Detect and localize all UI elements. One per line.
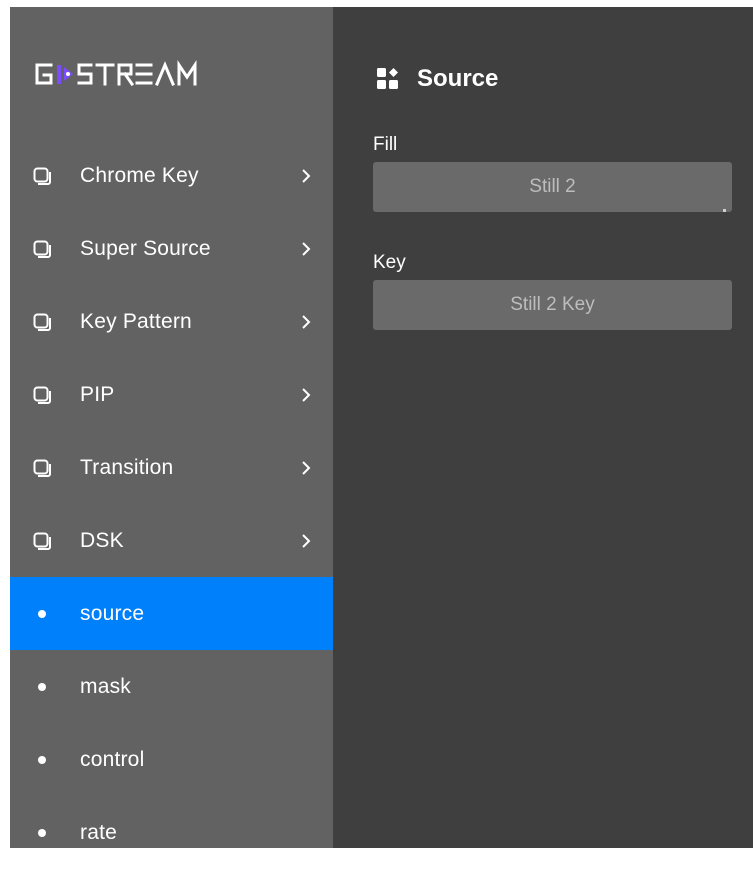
sidebar-item-key-pattern[interactable]: Key Pattern [10, 285, 333, 358]
square-stack-icon [33, 459, 51, 477]
sidebar-item-label: Key Pattern [80, 309, 192, 333]
sidebar-menu: Chrome Key Super Source Key Pattern PIP … [10, 139, 333, 869]
brand-play-icon [57, 65, 73, 84]
sidebar-item-label: rate [80, 820, 117, 844]
key-label: Key [373, 252, 406, 273]
sidebar-item-rate[interactable]: rate [10, 796, 333, 869]
sidebar-item-transition[interactable]: Transition [10, 431, 333, 504]
chevron-right-icon [300, 313, 312, 331]
chevron-right-icon [300, 459, 312, 477]
sidebar-item-mask[interactable]: mask [10, 650, 333, 723]
sidebar-item-label: Super Source [80, 236, 211, 260]
dot-icon [33, 678, 51, 696]
chevron-right-icon [300, 167, 312, 185]
sidebar-item-label: mask [80, 674, 131, 698]
chevron-right-icon [300, 532, 312, 550]
sidebar-item-super-source[interactable]: Super Source [10, 212, 333, 285]
source-panel: Source Fill Still 2 Key Still 2 Key [333, 7, 753, 848]
sidebar-item-source[interactable]: source [10, 577, 333, 650]
square-stack-icon [33, 313, 51, 331]
square-stack-icon [33, 240, 51, 258]
square-stack-icon [33, 532, 51, 550]
sidebar-item-label: source [80, 601, 145, 625]
sidebar-item-label: Transition [80, 455, 174, 479]
grid-icon [377, 68, 399, 90]
key-source-select[interactable]: Still 2 Key [373, 280, 732, 330]
square-stack-icon [33, 167, 51, 185]
sidebar-item-label: Chrome Key [80, 163, 199, 187]
fill-source-select[interactable]: Still 2 [373, 162, 732, 212]
panel-title: Source [377, 65, 498, 93]
sidebar: Chrome Key Super Source Key Pattern PIP … [10, 7, 333, 848]
sidebar-item-chrome-key[interactable]: Chrome Key [10, 139, 333, 212]
sidebar-item-pip[interactable]: PIP [10, 358, 333, 431]
key-source-value: Still 2 Key [510, 294, 595, 315]
sidebar-item-label: PIP [80, 382, 115, 406]
dot-icon [33, 751, 51, 769]
chevron-right-icon [300, 240, 312, 258]
dot-icon [33, 605, 51, 623]
app-window: Chrome Key Super Source Key Pattern PIP … [10, 7, 753, 848]
sidebar-item-label: control [80, 747, 145, 771]
fill-label: Fill [373, 134, 398, 155]
fill-source-value: Still 2 [529, 176, 576, 197]
sidebar-item-control[interactable]: control [10, 723, 333, 796]
sidebar-item-dsk[interactable]: DSK [10, 504, 333, 577]
gostream-logo [33, 59, 238, 89]
dot-icon [33, 824, 51, 842]
sidebar-item-label: DSK [80, 528, 124, 552]
square-stack-icon [33, 386, 51, 404]
panel-title-text: Source [417, 65, 499, 92]
chevron-right-icon [300, 386, 312, 404]
